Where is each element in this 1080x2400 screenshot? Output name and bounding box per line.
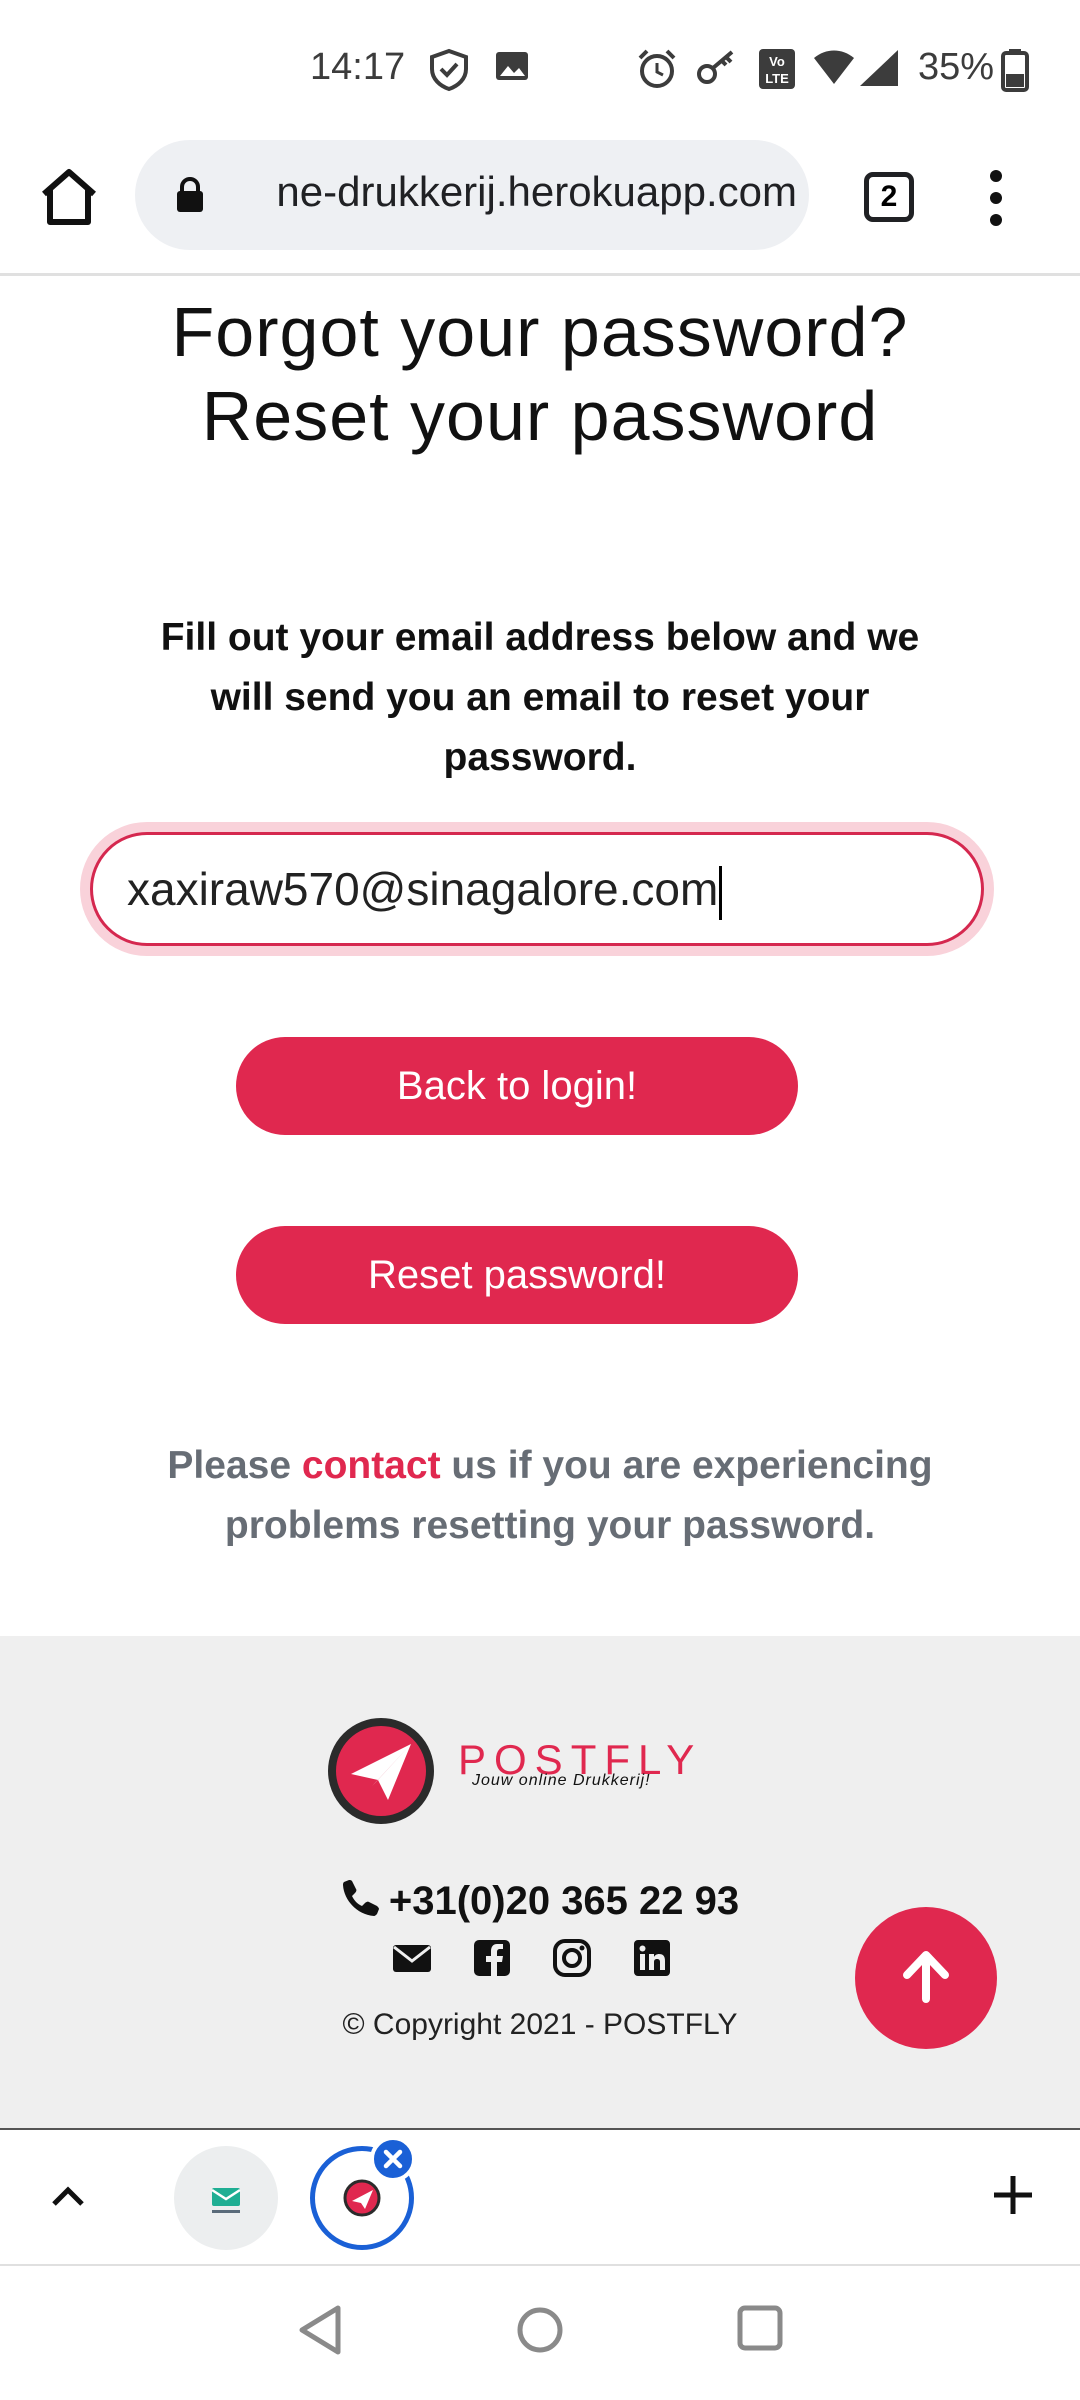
arrow-up-icon — [903, 1951, 949, 2003]
chevron-up-icon[interactable] — [48, 2176, 88, 2216]
page-title: Forgot your password? Reset your passwor… — [0, 290, 1080, 458]
footer: POSTFLY Jouw online Drukkerij! +31(0)20 … — [0, 1636, 1080, 2130]
battery-percent: 35% — [918, 46, 995, 88]
mail-favicon-icon — [211, 2188, 241, 2213]
back-to-login-button[interactable]: Back to login! — [236, 1037, 798, 1135]
image-icon — [496, 52, 528, 80]
email-field-focus-ring: xaxiraw570@sinagalore.com — [80, 822, 994, 956]
address-bar[interactable]: ne-drukkerij.herokuapp.com — [135, 140, 809, 250]
reset-password-button[interactable]: Reset password! — [236, 1226, 798, 1324]
page-title-line-1: Forgot your password? — [171, 293, 909, 371]
key-icon — [697, 50, 734, 84]
tab-thumbnail-temp-mail[interactable] — [174, 2146, 278, 2250]
close-tab-button[interactable] — [370, 2136, 416, 2182]
email-value: xaxiraw570@sinagalore.com — [127, 863, 719, 915]
browser-toolbar: ne-drukkerij.herokuapp.com 2 — [0, 134, 1080, 276]
system-nav-bar — [0, 2266, 1080, 2400]
linkedin-icon[interactable] — [632, 1938, 672, 1978]
status-time: 14:17 — [310, 46, 406, 88]
signal-icon — [860, 50, 898, 86]
battery-icon — [1001, 49, 1029, 92]
envelope-icon[interactable] — [392, 1938, 432, 1978]
svg-text:Vo: Vo — [769, 54, 785, 69]
tab-group-bar — [0, 2130, 1080, 2266]
intro-text: Fill out your email address below and we… — [160, 616, 920, 779]
postfly-logo-icon[interactable] — [328, 1718, 434, 1824]
tab-switcher-button[interactable]: 2 — [864, 172, 914, 222]
url-text[interactable]: ne-drukkerij.herokuapp.com — [237, 168, 797, 216]
instagram-icon[interactable] — [552, 1938, 592, 1978]
facebook-icon[interactable] — [472, 1938, 512, 1978]
more-menu-icon[interactable] — [986, 168, 1006, 228]
logo-tagline: Jouw online Drukkerij! — [472, 1772, 651, 1789]
scroll-to-top-button[interactable] — [855, 1907, 997, 2049]
svg-text:LTE: LTE — [765, 71, 789, 86]
page-title-line-2: Reset your password — [201, 377, 879, 455]
help-text: Please contact us if you are experiencin… — [167, 1444, 933, 1547]
contact-link[interactable]: contact — [302, 1444, 441, 1487]
home-nav-icon[interactable] — [514, 2304, 566, 2356]
back-nav-icon[interactable] — [298, 2304, 344, 2356]
paper-plane-icon — [351, 1744, 411, 1800]
shield-icon — [430, 48, 468, 92]
home-icon[interactable] — [36, 164, 102, 230]
close-icon — [383, 2149, 403, 2169]
text-caret — [719, 865, 723, 920]
email-field[interactable]: xaxiraw570@sinagalore.com — [90, 832, 984, 946]
status-bar: 14:17 Vo LTE 35% — [0, 0, 1080, 134]
recents-nav-icon[interactable] — [736, 2304, 784, 2352]
wifi-icon — [814, 50, 854, 84]
social-links — [392, 1938, 672, 1988]
phone-icon — [342, 1880, 379, 1916]
new-tab-plus-icon[interactable] — [990, 2172, 1036, 2218]
alarm-icon — [638, 49, 676, 88]
lock-icon[interactable] — [175, 176, 205, 214]
volte-icon: Vo LTE — [759, 49, 795, 89]
